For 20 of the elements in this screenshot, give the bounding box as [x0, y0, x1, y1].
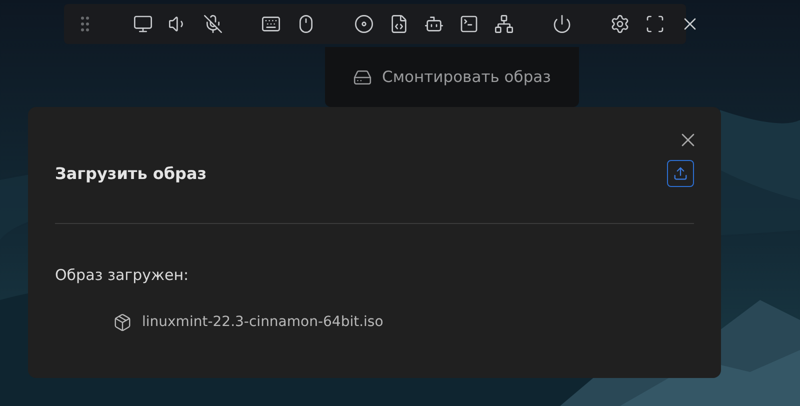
keyboard-icon[interactable]	[261, 14, 281, 34]
fullscreen-icon[interactable]	[645, 14, 665, 34]
dialog-title: Загрузить образ	[55, 164, 207, 182]
status-label: Образ загружен:	[55, 265, 190, 285]
menu-item-label: Смонтировать образ	[382, 68, 551, 86]
monitor-icon[interactable]	[133, 14, 153, 34]
code-file-icon[interactable]	[389, 14, 409, 34]
upload-icon	[673, 166, 688, 180]
microphone-off-icon[interactable]	[203, 14, 223, 34]
mount-image-menu-item[interactable]: Смонтировать образ	[353, 68, 551, 86]
upload-button[interactable]	[667, 160, 694, 186]
robot-icon[interactable]	[424, 14, 444, 34]
terminal-icon[interactable]	[459, 14, 479, 34]
network-icon[interactable]	[494, 14, 514, 34]
settings-icon[interactable]	[610, 14, 630, 34]
power-icon[interactable]	[552, 14, 572, 34]
package-icon	[113, 312, 132, 332]
hard-drive-icon	[353, 68, 372, 86]
file-name: linuxmint-22.3-cinnamon-64bit.iso	[142, 313, 384, 332]
disc-icon[interactable]	[354, 14, 374, 34]
